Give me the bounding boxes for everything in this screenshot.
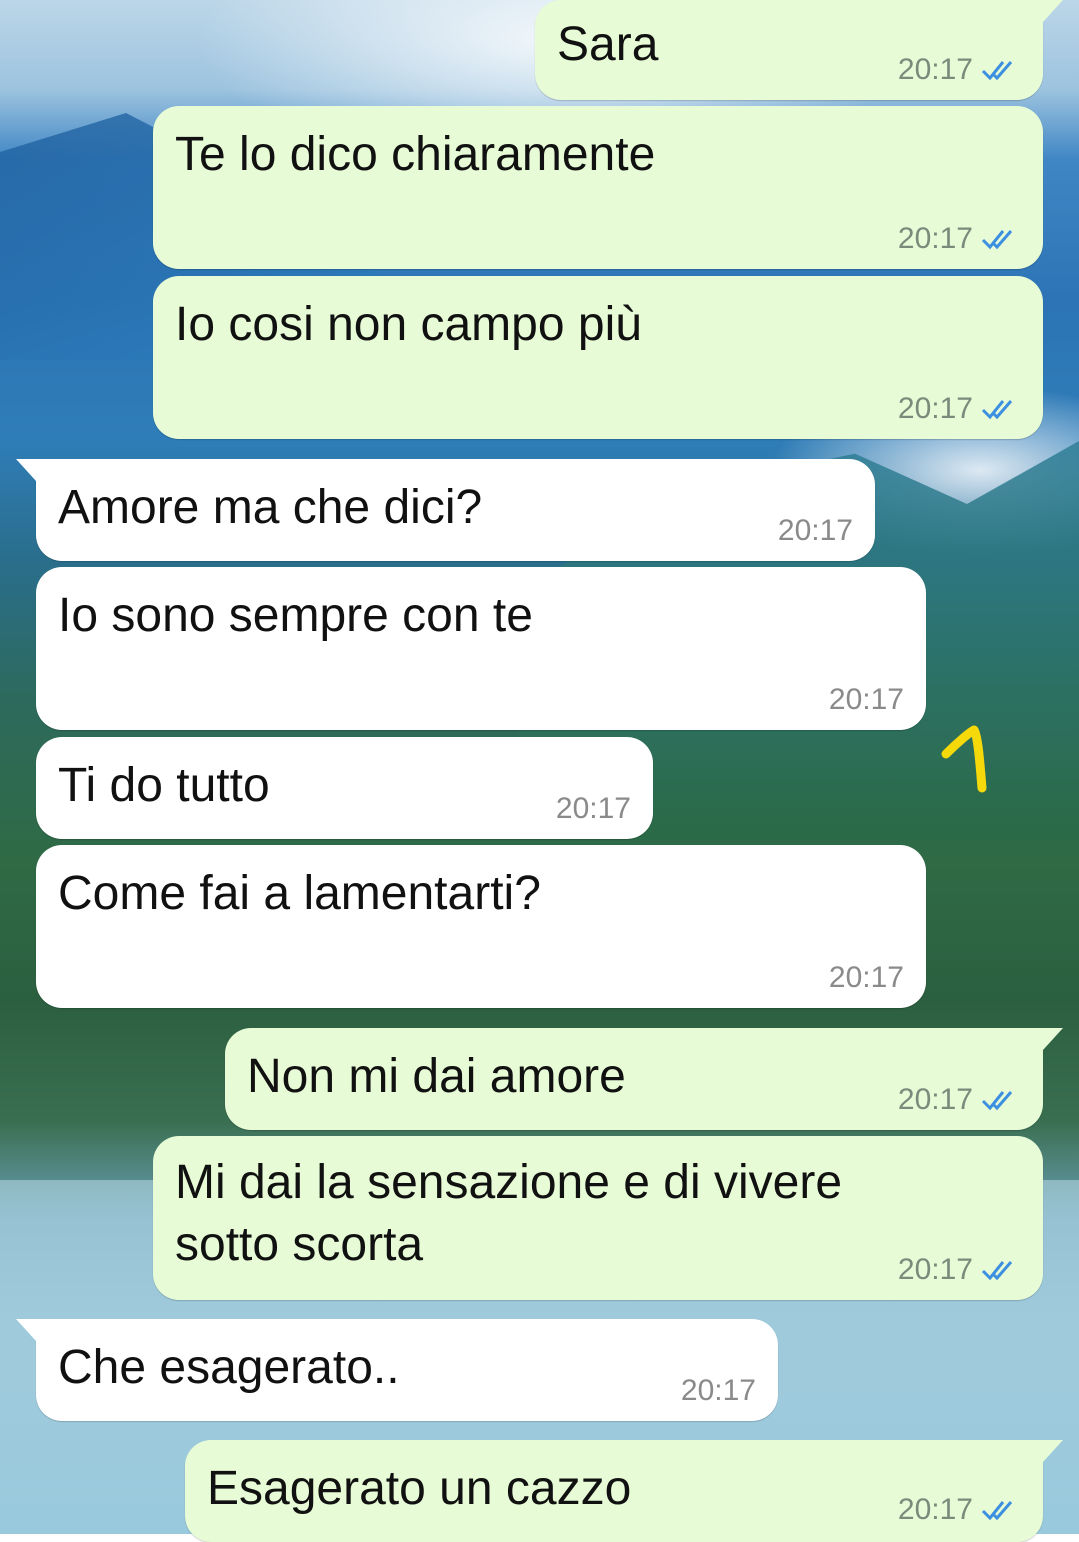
message-time: 20:17 [828,683,904,716]
read-double-check-icon [981,1501,1013,1521]
message-text: Io sono sempre con te [58,589,533,642]
message-text: Che esagerato.. [58,1341,400,1394]
message-text: Io cosi non campo più [175,298,642,351]
message-meta: 20:17 [829,960,904,996]
message-meta: 20:17 [556,791,631,827]
message-time: 20:17 [897,1083,973,1116]
message-meta: 20:17 [681,1373,756,1409]
message-time: 20:17 [777,514,853,547]
message-bubble-incoming[interactable]: Ti do tutto 20:17 [36,737,653,839]
handwritten-number-annotation [941,725,987,793]
message-time: 20:17 [828,961,904,994]
read-double-check-icon [981,1261,1013,1281]
message-time: 20:17 [897,1493,973,1526]
message-text: Sara [557,18,659,71]
message-bubble-incoming[interactable]: Che esagerato.. 20:17 [16,1319,778,1421]
message-text: Come fai a lamentarti? [58,867,541,920]
message-bubble-outgoing[interactable]: Non mi dai amore 20:17 [225,1028,1063,1130]
message-bubble-outgoing[interactable]: Mi dai la sensazione e di vivere sotto s… [153,1136,1043,1300]
message-time: 20:17 [897,1253,973,1286]
message-bubble-outgoing[interactable]: Esagerato un cazzo 20:17 [185,1440,1063,1542]
message-meta: 20:17 [898,1082,1021,1118]
message-meta: 20:17 [898,1252,1021,1288]
read-double-check-icon [981,1091,1013,1111]
message-bubble-incoming[interactable]: Come fai a lamentarti? 20:17 [36,845,926,1008]
read-double-check-icon [981,400,1013,420]
message-bubble-outgoing[interactable]: Io cosi non campo più 20:17 [153,276,1043,439]
message-meta: 20:17 [778,513,853,549]
message-meta: 20:17 [898,221,1021,257]
message-bubble-incoming[interactable]: Io sono sempre con te 20:17 [36,567,926,730]
message-text: Esagerato un cazzo [207,1462,632,1515]
read-double-check-icon [981,230,1013,250]
message-text: Amore ma che dici? [58,481,483,534]
read-double-check-icon [981,61,1013,81]
message-time: 20:17 [897,53,973,86]
message-meta: 20:17 [829,682,904,718]
message-text: Te lo dico chiaramente [175,128,656,181]
message-bubble-outgoing[interactable]: Sara 20:17 [535,0,1063,100]
message-meta: 20:17 [898,391,1021,427]
message-time: 20:17 [897,392,973,425]
message-text: Mi dai la sensazione e di vivere sotto s… [175,1156,843,1271]
message-bubble-outgoing[interactable]: Te lo dico chiaramente 20:17 [153,106,1043,269]
message-time: 20:17 [680,1374,756,1407]
message-text: Ti do tutto [58,759,270,812]
message-bubble-incoming[interactable]: Amore ma che dici? 20:17 [16,459,875,561]
message-meta: 20:17 [898,1492,1021,1528]
message-text: Non mi dai amore [247,1050,626,1103]
message-meta: 20:17 [898,52,1021,88]
message-time: 20:17 [555,792,631,825]
message-time: 20:17 [897,222,973,255]
